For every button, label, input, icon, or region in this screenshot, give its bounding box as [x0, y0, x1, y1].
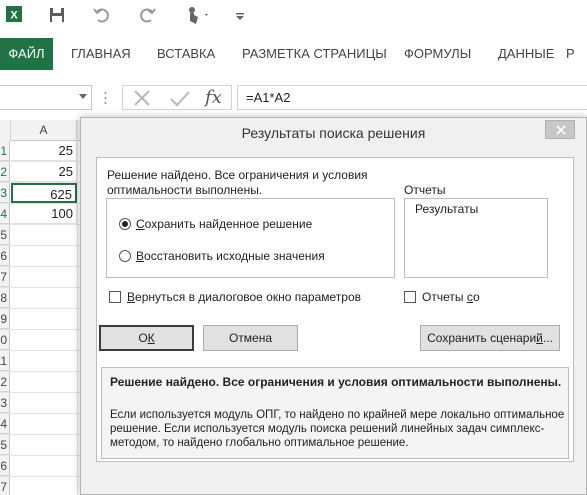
- cell-a1[interactable]: 25: [11, 141, 77, 161]
- result-message: Решение найдено. Все ограничения и услов…: [107, 168, 368, 197]
- quick-access-toolbar: X: [0, 0, 587, 30]
- row-header-15[interactable]: 15: [0, 435, 10, 455]
- tab-formulas[interactable]: ФОРМУЛЫ: [404, 38, 471, 70]
- dialog-title: Результаты поиска решения: [241, 125, 426, 141]
- result-info-box: Решение найдено. Все ограничения и услов…: [101, 367, 569, 459]
- name-box[interactable]: [0, 85, 92, 110]
- customize-qat-icon[interactable]: [233, 5, 247, 25]
- formula-buttons: fx: [122, 85, 232, 110]
- formula-input[interactable]: =A1*A2: [237, 85, 587, 110]
- row-header-13[interactable]: 13: [0, 393, 10, 413]
- row-header-10[interactable]: 10: [0, 330, 10, 350]
- radio-button-selected[interactable]: [119, 218, 131, 230]
- touch-mode-icon[interactable]: [184, 5, 212, 25]
- save-scenario-button[interactable]: Сохранить сценарий...: [420, 325, 560, 351]
- row-header-2[interactable]: 2: [0, 162, 10, 182]
- outline-reports-label: Отчеты со: [422, 290, 480, 304]
- tab-data[interactable]: ДАННЫЕ: [498, 38, 554, 70]
- row-header-1[interactable]: 1: [0, 141, 10, 161]
- reports-label: Отчеты: [404, 183, 446, 197]
- cell-a4[interactable]: 100: [11, 204, 77, 224]
- dialog-content: Решение найдено. Все ограничения и услов…: [96, 157, 574, 462]
- formula-bar: fx =A1*A2: [0, 84, 587, 112]
- cell-a3[interactable]: 625: [11, 183, 77, 203]
- row-header-4[interactable]: 4: [0, 204, 10, 224]
- info-description: Если используется модуль ОПГ, то найдено…: [110, 409, 565, 449]
- tab-review[interactable]: Р: [566, 38, 575, 70]
- reports-list-item[interactable]: Результаты: [415, 202, 478, 216]
- row-header-7[interactable]: 7: [0, 267, 10, 287]
- save-icon[interactable]: [47, 5, 67, 25]
- row-header-6[interactable]: 6: [0, 246, 10, 266]
- row-header-17[interactable]: 17: [0, 477, 10, 495]
- grip-dots-icon[interactable]: [104, 91, 107, 105]
- svg-text:X: X: [10, 10, 18, 22]
- info-title: Решение найдено. Все ограничения и услов…: [110, 375, 562, 389]
- redo-icon[interactable]: [137, 5, 157, 25]
- radio-button[interactable]: [119, 250, 131, 262]
- confirm-entry-icon[interactable]: [170, 91, 190, 107]
- restore-values-option[interactable]: Восстановить исходные значения: [119, 247, 325, 265]
- tab-home[interactable]: ГЛАВНАЯ: [71, 38, 131, 70]
- restore-values-label: Восстановить исходные значения: [136, 249, 325, 263]
- row-header-16[interactable]: 16: [0, 456, 10, 476]
- column-header-a[interactable]: A: [11, 120, 77, 141]
- row-header-11[interactable]: 11: [0, 351, 10, 371]
- ribbon-tabs: ФАЙЛ ГЛАВНАЯ ВСТАВКА РАЗМЕТКА СТРАНИЦЫ Ф…: [0, 38, 587, 70]
- tab-file[interactable]: ФАЙЛ: [0, 38, 53, 70]
- row-header-14[interactable]: 14: [0, 414, 10, 434]
- row-header-5[interactable]: 5: [0, 225, 10, 245]
- row-header-8[interactable]: 8: [0, 288, 10, 308]
- keep-solution-option[interactable]: Сохранить найденное решение: [119, 215, 312, 233]
- row-header-12[interactable]: 12: [0, 372, 10, 392]
- chevron-down-icon[interactable]: [79, 94, 87, 99]
- outline-reports-checkbox[interactable]: Отчеты со: [404, 289, 480, 305]
- cancel-entry-icon[interactable]: [134, 90, 150, 106]
- solution-options-group: Сохранить найденное решение Восстановить…: [106, 198, 395, 278]
- reports-listbox[interactable]: Результаты: [404, 198, 548, 278]
- row-header-9[interactable]: 9: [0, 309, 10, 329]
- return-to-parameters-label: Вернуться в диалоговое окно параметров: [127, 290, 361, 304]
- cell-a2[interactable]: 25: [11, 162, 77, 182]
- undo-icon[interactable]: [92, 5, 112, 25]
- close-icon: [556, 125, 566, 135]
- tab-insert[interactable]: ВСТАВКА: [157, 38, 215, 70]
- insert-function-icon[interactable]: fx: [205, 87, 222, 108]
- select-all-corner[interactable]: [0, 120, 11, 141]
- close-button[interactable]: [545, 120, 575, 139]
- cancel-button[interactable]: Отмена: [203, 325, 298, 351]
- row-header-3[interactable]: 3: [0, 183, 10, 203]
- keep-solution-label: Сохранить найденное решение: [136, 217, 313, 231]
- solver-results-dialog: Результаты поиска решения Решение найден…: [80, 117, 587, 495]
- excel-logo-icon: X: [6, 6, 22, 22]
- tab-page-layout[interactable]: РАЗМЕТКА СТРАНИЦЫ: [242, 38, 387, 70]
- ok-button[interactable]: ОК: [99, 325, 194, 351]
- checkbox[interactable]: [109, 291, 121, 303]
- checkbox[interactable]: [404, 291, 416, 303]
- return-to-parameters-checkbox[interactable]: Вернуться в диалоговое окно параметров: [109, 289, 361, 305]
